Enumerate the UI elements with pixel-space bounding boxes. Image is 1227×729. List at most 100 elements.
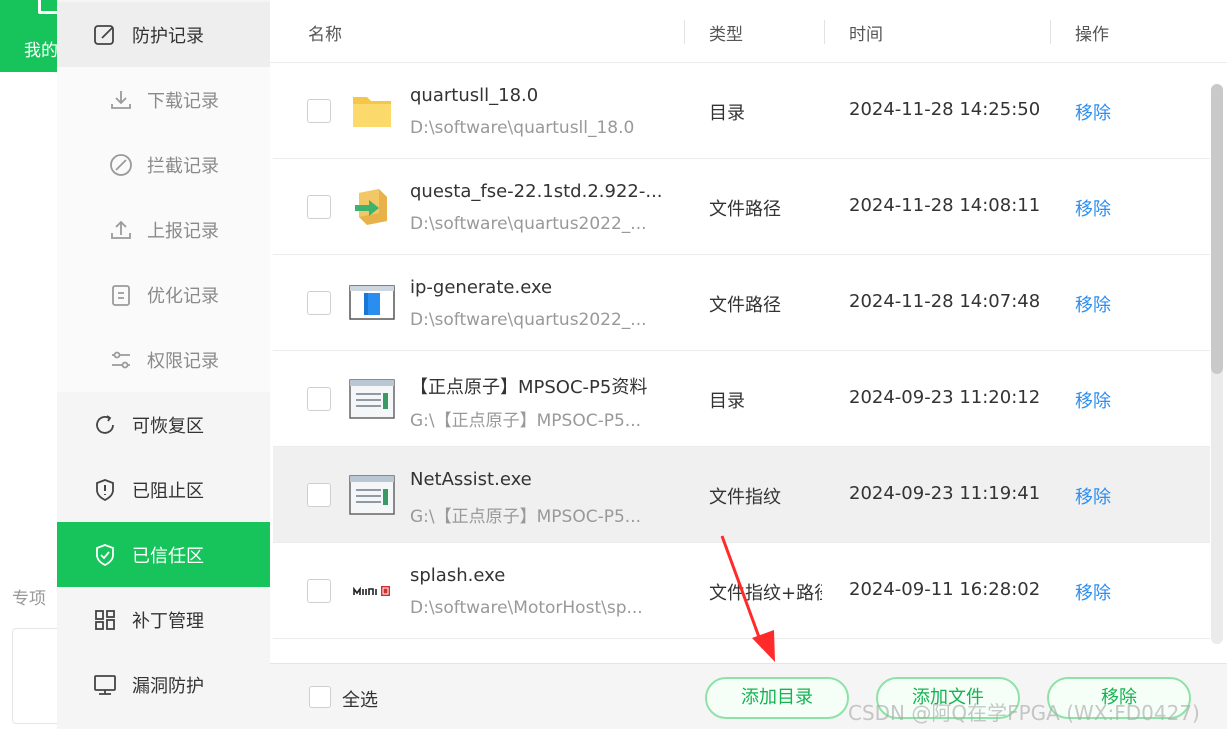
file-path: G:\【正点原子】MPSOC-P5... — [410, 507, 642, 527]
shield-check-icon — [96, 544, 114, 567]
sidebar-item-label: 可恢复区 — [132, 416, 204, 437]
sidebar-item-intercept-records[interactable]: 拦截记录 — [57, 132, 270, 197]
file-name: NetAssist.exe — [410, 469, 532, 490]
file-type: 文件路径 — [709, 295, 781, 316]
download-icon — [111, 91, 131, 109]
app-window-icon — [349, 379, 395, 419]
sidebar-item-label: 防护记录 — [132, 26, 204, 47]
table-row[interactable]: NetAssist.exe G:\【正点原子】MPSOC-P5... 文件指纹 … — [273, 447, 1210, 543]
trusted-zone-panel: 名称 类型 时间 操作 quartusll_18.0 D:\software\q… — [270, 0, 1227, 729]
file-path: D:\software\quartusll_18.0 — [410, 118, 635, 138]
remove-link[interactable]: 移除 — [1075, 579, 1111, 605]
table-row[interactable]: quartusll_18.0 D:\software\quartusll_18.… — [273, 63, 1210, 159]
sidebar-item-optimize-records[interactable]: 优化记录 — [57, 262, 270, 327]
file-time: 2024-11-28 14:08:11 — [849, 195, 1041, 216]
row-checkbox[interactable] — [307, 195, 331, 219]
add-file-button[interactable]: 添加文件 — [876, 677, 1020, 719]
file-time: 2024-09-11 16:28:02 — [849, 579, 1041, 600]
file-time: 2024-09-23 11:20:12 — [849, 387, 1041, 408]
folder-icon — [353, 97, 391, 127]
shield-alert-icon — [96, 479, 114, 502]
file-name: ip-generate.exe — [410, 277, 553, 298]
row-checkbox[interactable] — [307, 579, 331, 603]
block-icon — [110, 154, 132, 176]
file-type: 文件路径 — [709, 199, 781, 220]
file-name: questa_fse-22.1std.2.922-... — [410, 181, 663, 202]
column-header-type[interactable]: 类型 — [709, 20, 743, 45]
sidebar-item-label: 上报记录 — [147, 221, 219, 242]
background-tab[interactable]: 我的 — [0, 0, 60, 72]
file-name: 【正点原子】MPSOC-P5资料 — [410, 377, 648, 398]
edit-icon — [94, 25, 114, 45]
grid-icon — [95, 610, 115, 630]
remove-link[interactable]: 移除 — [1075, 483, 1111, 509]
row-checkbox[interactable] — [307, 291, 331, 315]
table-row[interactable]: questa_fse-22.1std.2.922-... D:\software… — [273, 159, 1210, 255]
file-path: G:\【正点原子】MPSOC-P5... — [410, 411, 642, 431]
file-type: 目录 — [709, 103, 745, 124]
table-row[interactable]: ip-generate.exe D:\software\quartus2022_… — [273, 255, 1210, 351]
exe-window-icon — [349, 285, 395, 320]
file-type: 文件指纹 — [709, 487, 781, 508]
sliders-icon — [112, 351, 130, 369]
upload-icon — [111, 220, 131, 239]
table-row[interactable]: 【正点原子】MPSOC-P5资料 G:\【正点原子】MPSOC-P5... 目录… — [273, 351, 1210, 447]
column-header-action: 操作 — [1075, 25, 1109, 45]
file-time: 2024-11-28 14:25:50 — [849, 99, 1041, 120]
column-divider[interactable] — [1050, 20, 1051, 44]
sidebar-item-trusted[interactable]: 已信任区 — [57, 522, 270, 587]
sidebar-item-download-records[interactable]: 下载记录 — [57, 67, 270, 132]
sidebar-item-label: 优化记录 — [147, 286, 219, 307]
sidebar-item-report-records[interactable]: 上报记录 — [57, 197, 270, 262]
sidebar-item-label: 下载记录 — [147, 91, 219, 112]
row-checkbox[interactable] — [307, 387, 331, 411]
background-tab-label: 我的 — [24, 41, 58, 61]
action-bar: 全选 添加目录 添加文件 移除 — [270, 663, 1227, 729]
table-row[interactable]: splash.exe D:\software\MotorHost\sp... 文… — [273, 543, 1210, 639]
sidebar-item-permission-records[interactable]: 权限记录 — [57, 327, 270, 392]
sidebar-item-recoverable[interactable]: 可恢复区 — [57, 392, 270, 457]
sidebar-item-blocked[interactable]: 已阻止区 — [57, 457, 270, 522]
sidebar-item-label: 权限记录 — [147, 351, 219, 372]
background-app-panel — [0, 0, 57, 729]
installer-icon — [355, 189, 387, 225]
app-window-icon — [349, 475, 395, 515]
column-divider[interactable] — [684, 20, 685, 44]
sidebar-item-patch-management[interactable]: 补丁管理 — [57, 587, 270, 652]
sidebar-item-label: 漏洞防护 — [132, 676, 204, 697]
refresh-icon — [96, 415, 114, 434]
sidebar-item-label: 已阻止区 — [132, 481, 204, 502]
clipboard-icon — [112, 285, 130, 306]
file-path: D:\software\quartus2022_... — [410, 310, 647, 330]
remove-button[interactable]: 移除 — [1047, 677, 1191, 719]
file-type: 文件指纹+路径 — [709, 583, 822, 604]
column-header-name[interactable]: 名称 — [308, 20, 342, 45]
remove-link[interactable]: 移除 — [1075, 387, 1111, 413]
remove-link[interactable]: 移除 — [1075, 99, 1111, 125]
row-checkbox[interactable] — [307, 483, 331, 507]
sidebar-item-label: 补丁管理 — [132, 611, 204, 632]
file-type: 目录 — [709, 391, 745, 412]
sidebar-item-label: 已信任区 — [132, 546, 204, 567]
remove-link[interactable]: 移除 — [1075, 291, 1111, 317]
file-path: D:\software\MotorHost\sp... — [410, 598, 643, 618]
motion-logo-icon — [352, 586, 390, 596]
column-header-time[interactable]: 时间 — [849, 20, 883, 45]
row-checkbox[interactable] — [307, 99, 331, 123]
sidebar: 防护记录 下载记录 拦截记录 上报记录 优化记录 权限记录 可恢复区 已阻止区 … — [57, 0, 270, 729]
file-time: 2024-09-23 11:19:41 — [849, 483, 1041, 504]
file-name: splash.exe — [410, 565, 506, 586]
sidebar-item-vulnerability-protection[interactable]: 漏洞防护 — [57, 652, 270, 717]
scrollbar-thumb[interactable] — [1211, 84, 1223, 374]
monitor-icon — [94, 675, 116, 695]
file-path: D:\software\quartus2022_... — [410, 214, 647, 234]
table-header: 名称 类型 时间 操作 — [270, 0, 1227, 63]
remove-link[interactable]: 移除 — [1075, 195, 1111, 221]
sidebar-item-protection-records[interactable]: 防护记录 — [57, 2, 270, 67]
select-all-checkbox[interactable] — [309, 686, 331, 708]
select-all-label[interactable]: 全选 — [342, 686, 378, 712]
column-divider[interactable] — [824, 20, 825, 44]
add-directory-button[interactable]: 添加目录 — [705, 677, 849, 719]
sidebar-item-label: 拦截记录 — [147, 156, 219, 177]
file-time: 2024-11-28 14:07:48 — [849, 291, 1041, 312]
